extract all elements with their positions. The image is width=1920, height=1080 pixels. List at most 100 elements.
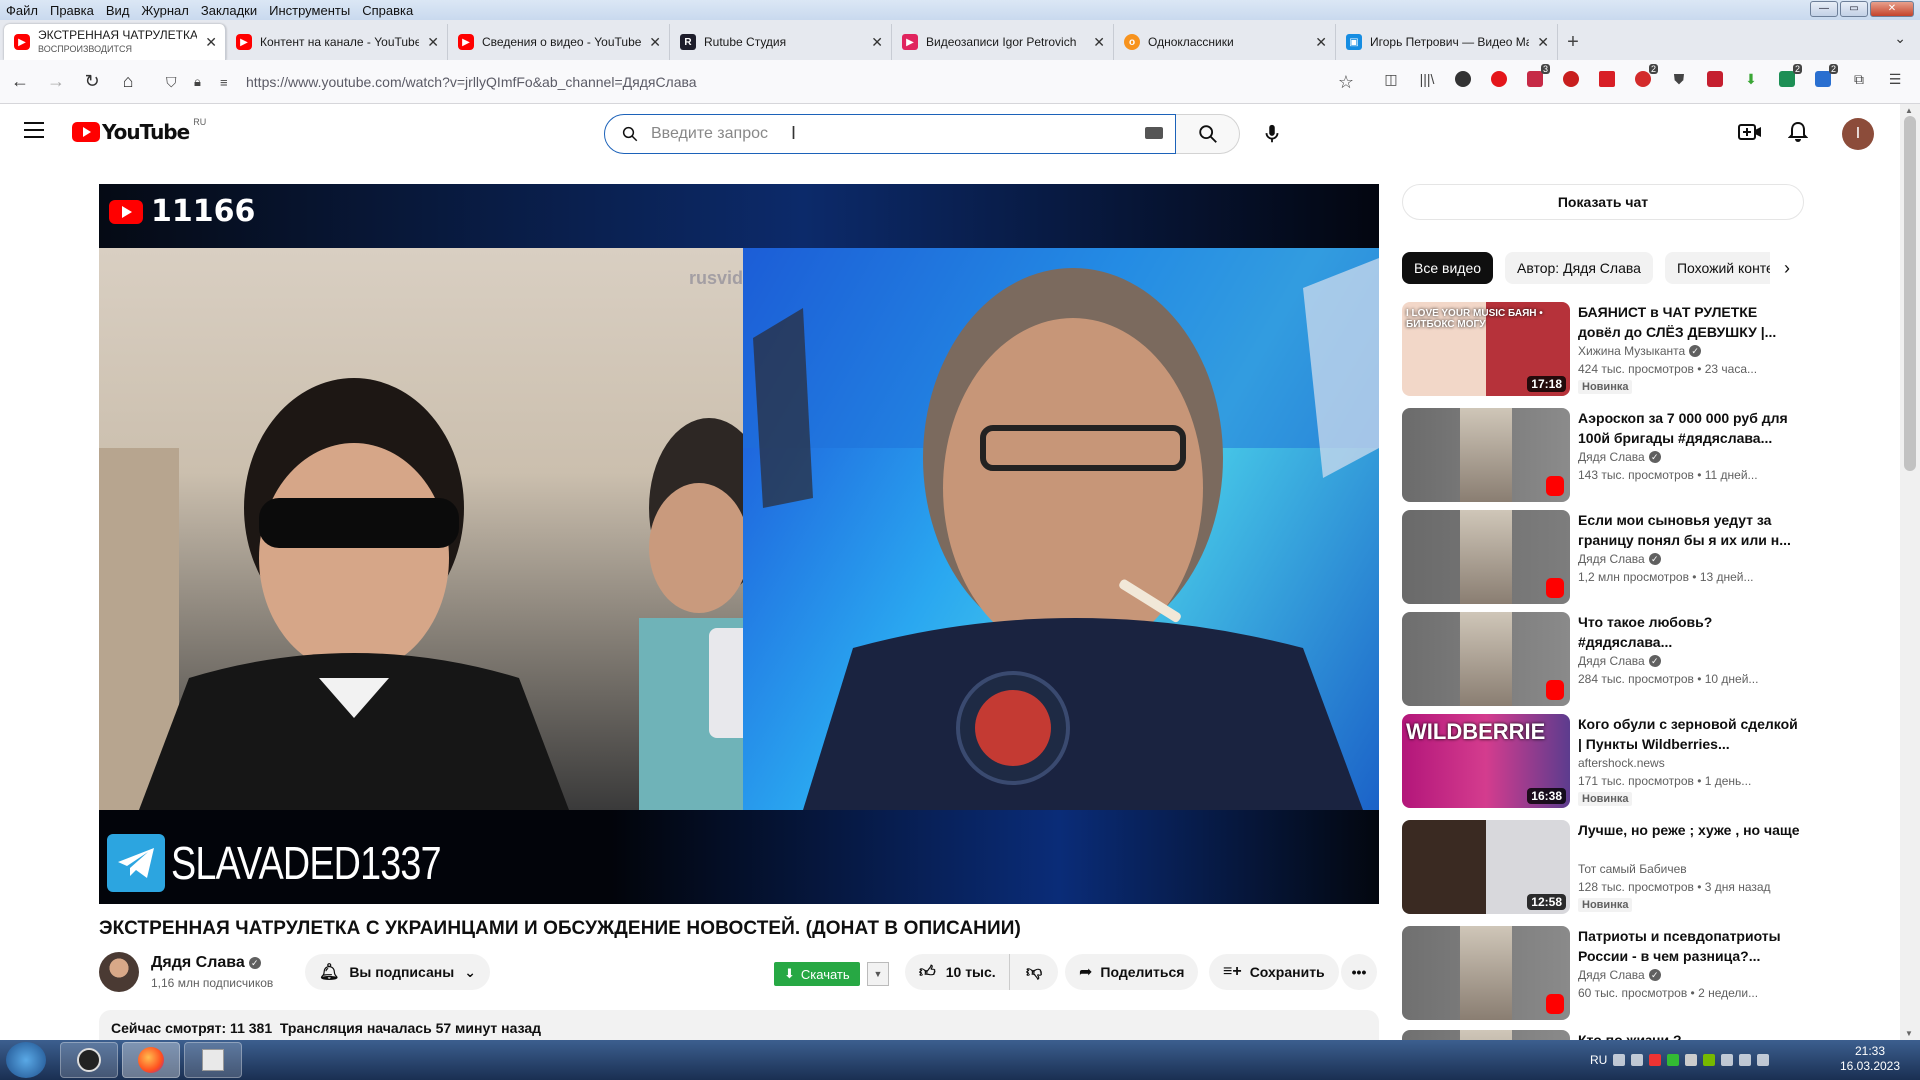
tray-arrow-icon[interactable] [1631, 1054, 1644, 1066]
page-scrollbar[interactable]: ▲ ▼ [1900, 104, 1920, 1040]
hamburger-menu-icon[interactable] [24, 122, 44, 143]
recommendation-channel[interactable]: Дядя Слава ✓ [1578, 552, 1661, 566]
close-tab-icon[interactable]: ✕ [205, 34, 217, 51]
extensions-puzzle-icon[interactable]: ⧉ [1846, 66, 1872, 92]
recommendation-channel[interactable]: Хижина Музыканта ✓ [1578, 344, 1702, 358]
tray-app-icon[interactable] [1649, 1054, 1662, 1066]
close-tab-icon[interactable]: ✕ [871, 34, 883, 51]
recommendation-title[interactable]: Лучше, но реже ; хуже , но чаще [1578, 820, 1802, 840]
taskbar-obs-icon[interactable] [60, 1042, 118, 1078]
recommendation-title[interactable]: Что такое любовь? #дядяслава... [1578, 612, 1802, 652]
recommendation-channel-text[interactable]: Дядя Слава [1578, 450, 1645, 464]
recommendation-channel-text[interactable]: Тот самый Бабичев [1578, 862, 1687, 876]
download-dropdown[interactable]: ▼ [867, 962, 889, 986]
chevron-right-icon[interactable]: › [1770, 252, 1804, 284]
library-icon[interactable]: |||\ [1414, 66, 1440, 92]
channel-avatar[interactable] [99, 952, 139, 992]
tray-app-icon[interactable] [1667, 1054, 1680, 1066]
save-button[interactable]: ≡+ Сохранить [1209, 954, 1339, 990]
extension-download-icon[interactable]: ⬇ [1738, 66, 1764, 92]
recommendation-title[interactable]: Кого обули с зерновой сделкой | Пункты W… [1578, 714, 1802, 754]
close-tab-icon[interactable]: ✕ [1537, 34, 1549, 51]
extension-dark-icon[interactable] [1450, 66, 1476, 92]
reload-icon[interactable]: ↻ [76, 66, 108, 98]
video-player[interactable]: 11166 rusvid SLAVADED1337 [99, 184, 1379, 904]
extension-plus-icon[interactable]: 2 [1630, 64, 1658, 92]
recommendation-item[interactable]: Что такое любовь? #дядяслава... Дядя Слав… [1402, 612, 1804, 706]
tab-rutube-studio[interactable]: R Rutube Студия ✕ [670, 24, 892, 60]
recommendation-title[interactable]: Если мои сыновья уедут за границу понял … [1578, 510, 1802, 550]
channel-name[interactable]: Дядя Слава ✓ [151, 954, 261, 972]
voice-search-button[interactable] [1252, 114, 1292, 154]
video-thumbnail[interactable]: I LOVE YOUR MUSIC БАЯН • БИТБОКС МОГУ 17:… [1402, 302, 1570, 396]
scroll-down-icon[interactable]: ▼ [1905, 1029, 1913, 1038]
extension-red-icon[interactable] [1486, 66, 1512, 92]
tab-active-video[interactable]: ▶ ЭКСТРЕННАЯ ЧАТРУЛЕТКА С УКР ВОСПРОИЗВОД… [4, 24, 226, 60]
start-button-icon[interactable] [6, 1042, 46, 1078]
recommendation-channel-text[interactable]: aftershock.news [1578, 756, 1665, 770]
menu-file[interactable]: Файл [0, 3, 44, 18]
home-icon[interactable]: ⌂ [112, 66, 144, 98]
recommendation-channel-text[interactable]: Дядя Слава [1578, 968, 1645, 982]
video-thumbnail[interactable]: WILDBERRIE 16:38 [1402, 714, 1570, 808]
close-tab-icon[interactable]: ✕ [649, 34, 661, 51]
network-icon[interactable] [1739, 1054, 1752, 1066]
account-avatar[interactable]: I [1842, 118, 1874, 150]
extension-triangle-icon[interactable] [1558, 66, 1584, 92]
nvidia-icon[interactable] [1703, 1054, 1716, 1066]
recommendation-channel-text[interactable]: Дядя Слава [1578, 552, 1645, 566]
video-thumbnail[interactable] [1402, 510, 1570, 604]
live-info-bar[interactable]: Сейчас смотрят: 11 381 Трансляция начала… [99, 1010, 1379, 1040]
recommendation-channel[interactable]: Дядя Слава ✓ [1578, 450, 1661, 464]
extension-blue-icon[interactable]: 2 [1810, 64, 1838, 92]
chip-by-author[interactable]: Автор: Дядя Слава [1505, 252, 1653, 284]
recommendation-channel-text[interactable]: Дядя Слава [1578, 654, 1645, 668]
permissions-icon[interactable]: ≡ [220, 75, 228, 90]
extension-adblock-icon[interactable]: 3 [1522, 64, 1550, 92]
notifications-bell-icon[interactable] [1784, 118, 1812, 146]
system-clock[interactable]: 21:33 16.03.2023 [1830, 1044, 1910, 1074]
menu-edit[interactable]: Правка [44, 3, 100, 18]
create-video-icon[interactable] [1736, 118, 1764, 146]
menu-view[interactable]: Вид [100, 3, 136, 18]
tab-studio-video-details[interactable]: ▶ Сведения о видео - YouTube Studio ✕ [448, 24, 670, 60]
download-button[interactable]: ⬇ Скачать [774, 962, 860, 986]
subscribed-button[interactable]: 🔔︎ Вы подписаны ⌄ [305, 954, 490, 990]
menu-help[interactable]: Справка [356, 3, 419, 18]
address-bar[interactable]: ⛉ 🔒︎ ≡ https://www.youtube.com/watch?v=j… [160, 66, 1354, 98]
recommendation-channel[interactable]: aftershock.news [1578, 756, 1665, 770]
scrollbar-thumb[interactable] [1904, 116, 1916, 471]
url-text[interactable]: https://www.youtube.com/watch?v=jrllyQIm… [246, 74, 697, 90]
forward-icon[interactable]: → [40, 66, 72, 98]
recommendation-item[interactable]: WILDBERRIE 16:38 Кого обули с зерновой сде… [1402, 714, 1804, 808]
extension-stop-icon[interactable] [1702, 66, 1728, 92]
more-actions-icon[interactable]: ••• [1341, 954, 1377, 990]
recommendation-item[interactable]: Если мои сыновья уедут за границу понял … [1402, 510, 1804, 604]
menu-history[interactable]: Журнал [135, 3, 194, 18]
video-thumbnail[interactable] [1402, 612, 1570, 706]
like-button[interactable]: 👍︎ 10 тыс. [905, 954, 1014, 990]
tab-vk-videos[interactable]: ▶ Видеозаписи Igor Petrovich ✕ [892, 24, 1114, 60]
tab-odnoklassniki[interactable]: о Одноклассники ✕ [1114, 24, 1336, 60]
search-input[interactable]: Введите запрос I [604, 114, 1176, 154]
recommendation-title[interactable]: БАЯНИСТ в ЧАТ РУЛЕТКЕ довёл до СЛЁЗ ДЕВУ… [1578, 302, 1802, 342]
pocket-icon[interactable]: ◫ [1378, 66, 1404, 92]
taskbar-firefox-icon[interactable] [122, 1042, 180, 1078]
extension-shield-icon[interactable]: ⛊ [1666, 66, 1692, 92]
flag-icon[interactable] [1757, 1054, 1770, 1066]
new-tab-icon[interactable]: + [1558, 24, 1588, 60]
youtube-logo[interactable]: YouTube RU [72, 117, 206, 144]
recommendation-channel[interactable]: Дядя Слава ✓ [1578, 654, 1661, 668]
chevron-down-icon[interactable]: ⌄ [1894, 30, 1906, 47]
lock-icon[interactable]: 🔒︎ [194, 74, 201, 90]
tab-mail-video[interactable]: ▣ Игорь Петрович — Видео Mail.ru ✕ [1336, 24, 1558, 60]
recommendation-item[interactable]: 12:58 Лучше, но реже ; хуже , но чаще Тот … [1402, 820, 1804, 914]
back-icon[interactable]: ← [4, 66, 36, 98]
recommendation-item[interactable]: I LOVE YOUR MUSIC БАЯН • БИТБОКС МОГУ 17:… [1402, 302, 1804, 396]
maximize-icon[interactable]: ▭ [1840, 1, 1868, 17]
dislike-button[interactable]: 👎︎ [1009, 954, 1059, 990]
close-tab-icon[interactable]: ✕ [1093, 34, 1105, 51]
recommendation-channel-text[interactable]: Хижина Музыканта [1578, 344, 1685, 358]
search-button[interactable] [1176, 114, 1240, 154]
keyboard-icon[interactable] [1145, 127, 1163, 139]
